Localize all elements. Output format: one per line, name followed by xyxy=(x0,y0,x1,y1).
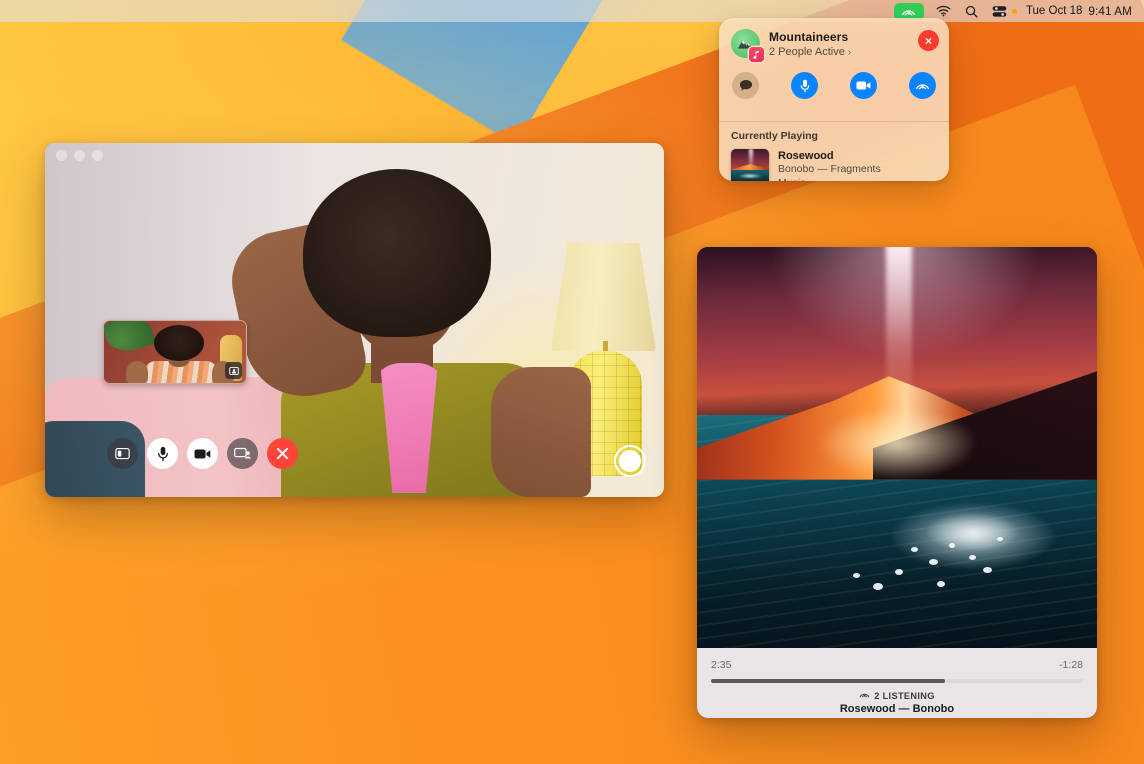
self-view-pip[interactable] xyxy=(103,320,247,384)
progress-scrubber[interactable] xyxy=(711,679,1083,683)
song-artist-album: Bonobo — Fragments xyxy=(778,163,881,176)
now-playing-title: Rosewood — Bonobo xyxy=(711,703,1083,715)
notification-subtitle-row[interactable]: 2 People Active › xyxy=(769,46,918,58)
source-app-name: Music xyxy=(778,177,881,181)
music-playback-bar: 2:35 -1:28 2 LISTENING Rosewood — Bonobo xyxy=(697,648,1097,718)
listening-count-label: 2 LISTENING xyxy=(874,691,935,701)
menu-bar-clock[interactable]: 9:41 AM xyxy=(1082,0,1134,22)
elapsed-time: 2:35 xyxy=(711,659,731,671)
remaining-time: -1:28 xyxy=(1059,659,1083,671)
chevron-right-icon: › xyxy=(848,47,851,58)
close-window-button[interactable] xyxy=(56,150,67,161)
video-camera-button[interactable] xyxy=(850,72,877,99)
facetime-title-bar xyxy=(45,143,664,167)
microphone-button[interactable] xyxy=(791,72,818,99)
listening-status: 2 LISTENING xyxy=(711,690,1083,701)
notification-header: Mountaineers 2 People Active › × xyxy=(731,29,939,58)
currently-playing-label: Currently Playing xyxy=(731,130,937,142)
album-artwork-large xyxy=(697,247,1097,648)
spotlight-search-icon[interactable] xyxy=(958,0,985,22)
now-playing-metadata: Rosewood Bonobo — Fragments Music xyxy=(778,149,881,181)
music-app-badge xyxy=(749,47,764,62)
notification-text: Mountaineers 2 People Active › xyxy=(769,29,918,58)
facetime-control-bar xyxy=(107,438,298,469)
microphone-button[interactable] xyxy=(147,438,178,469)
progress-fill xyxy=(711,679,945,683)
notification-header-area: Mountaineers 2 People Active › × xyxy=(719,18,949,121)
messages-button[interactable] xyxy=(732,72,759,99)
control-center-icon[interactable] xyxy=(985,0,1014,22)
time-labels: 2:35 -1:28 xyxy=(711,659,1083,671)
shareplay-icon xyxy=(859,690,870,701)
person-card-icon xyxy=(225,362,242,379)
camera-shutter-button[interactable] xyxy=(614,445,646,477)
shareplay-status-icon[interactable] xyxy=(894,3,924,20)
recording-indicator-dot xyxy=(1012,9,1017,14)
minimize-window-button[interactable] xyxy=(74,150,85,161)
notification-action-row xyxy=(731,72,939,99)
notification-title: Mountaineers xyxy=(769,30,918,44)
notification-subtitle: 2 People Active xyxy=(769,46,845,58)
close-notification-button[interactable]: × xyxy=(918,30,939,51)
facetime-window[interactable] xyxy=(45,143,664,497)
song-title: Rosewood xyxy=(778,149,881,163)
album-artwork-thumbnail xyxy=(731,149,769,181)
end-call-button[interactable] xyxy=(267,438,298,469)
now-playing-row[interactable]: Rosewood Bonobo — Fragments Music xyxy=(731,149,937,181)
music-player-window[interactable]: 2:35 -1:28 2 LISTENING Rosewood — Bonobo xyxy=(697,247,1097,718)
sidebar-toggle-button[interactable] xyxy=(107,438,138,469)
share-screen-button[interactable] xyxy=(227,438,258,469)
shareplay-button[interactable] xyxy=(909,72,936,99)
menu-bar: Tue Oct 18 9:41 AM xyxy=(0,0,1144,22)
zoom-window-button[interactable] xyxy=(92,150,103,161)
video-camera-button[interactable] xyxy=(187,438,218,469)
menu-bar-date[interactable]: Tue Oct 18 xyxy=(1019,0,1082,22)
currently-playing-section: Currently Playing Rosewood Bonobo — Frag… xyxy=(719,122,949,181)
shareplay-notification[interactable]: Mountaineers 2 People Active › × xyxy=(719,18,949,181)
mountain-group-avatar xyxy=(731,29,760,58)
